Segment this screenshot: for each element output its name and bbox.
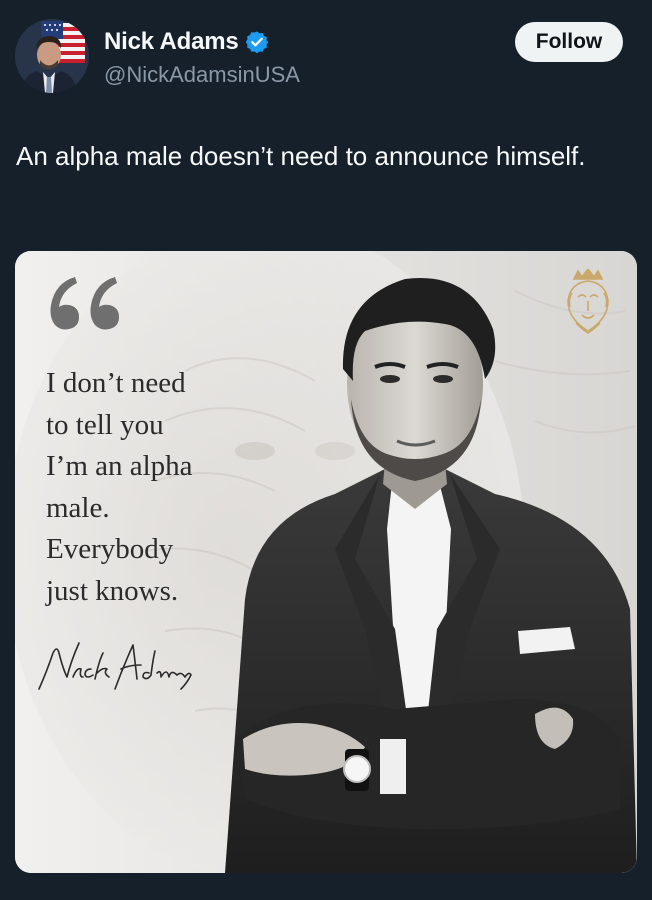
post-text: An alpha male doesn’t need to announce h…: [16, 141, 586, 171]
verified-badge-icon: [245, 30, 269, 54]
portrait-photo: [225, 278, 637, 873]
author-display-name[interactable]: Nick Adams: [104, 28, 239, 56]
quote-mark-icon: [50, 277, 119, 330]
quote-line: male.: [46, 491, 110, 524]
quote-line: Everybody: [46, 533, 174, 565]
quote-line: I don’t need: [46, 367, 186, 399]
quote-text: I don’t need to tell you I’m an alpha ma…: [46, 363, 193, 612]
author-handle[interactable]: @NickAdamsinUSA: [104, 62, 300, 88]
avatar-image: [15, 19, 89, 93]
avatar[interactable]: [15, 19, 89, 93]
post-media-image[interactable]: I don’t need to tell you I’m an alpha ma…: [15, 251, 637, 873]
quote-line: to tell you: [46, 408, 164, 441]
post-screenshot: Nick Adams @NickAdamsinUSA Follow An alp…: [0, 0, 652, 900]
quote-line: just knows.: [46, 574, 179, 607]
signature: [38, 642, 192, 690]
follow-button[interactable]: Follow: [515, 22, 623, 62]
author-name-row: Nick Adams: [104, 28, 269, 56]
quote-line: I’m an alpha: [46, 450, 193, 482]
